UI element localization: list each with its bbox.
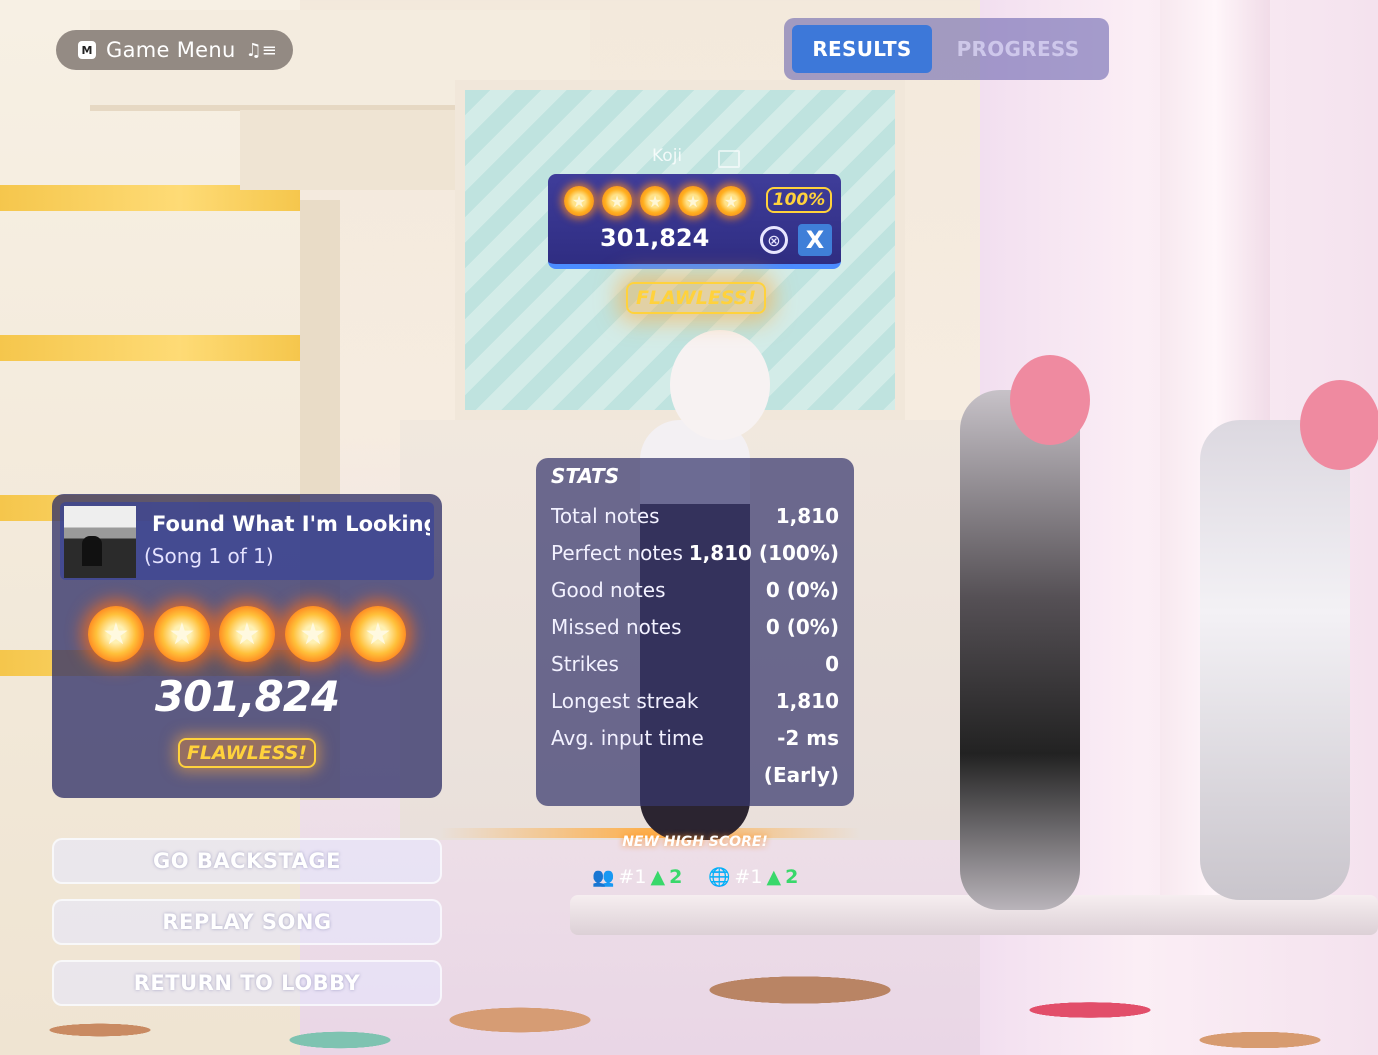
stat-row: Perfect notes 1,810 (100%) — [551, 541, 839, 571]
friends-rank-value: #1 — [618, 866, 647, 888]
star-icon: ★ — [564, 186, 594, 216]
stat-row: Avg. input time -2 ms — [551, 726, 839, 756]
global-rank-value: #1 — [734, 866, 763, 888]
stat-value: 0 — [825, 652, 839, 676]
replay-song-button[interactable]: REPLAY SONG — [52, 899, 442, 945]
stats-panel: STATS Total notes 1,810 Perfect notes 1,… — [536, 458, 854, 806]
stat-value: -2 ms — [777, 726, 839, 750]
stat-row: Good notes 0 (0%) — [551, 578, 839, 608]
dancer-character — [1200, 420, 1350, 900]
dancer-character-head — [1300, 380, 1378, 470]
tab-progress[interactable]: PROGRESS — [938, 25, 1098, 73]
friends-rank-change: 2 — [669, 866, 683, 888]
stat-value: 1,810 (100%) — [688, 541, 839, 565]
friends-rank: 👥 #1 ▲ 2 — [592, 866, 682, 888]
song-score: 301,824 — [154, 672, 340, 721]
rank-up-icon: ▲ — [766, 866, 782, 888]
game-menu-label: Game Menu — [106, 38, 236, 62]
stat-label: Good notes — [551, 578, 666, 602]
stat-label: Missed notes — [551, 615, 682, 639]
stat-label: Total notes — [551, 504, 660, 528]
stat-row: (Early) — [551, 763, 839, 793]
rank-up-icon: ▲ — [650, 866, 666, 888]
new-high-score-label: NEW HIGH SCORE! — [622, 834, 768, 850]
drum-icon: ⊗ — [760, 226, 788, 254]
stat-value: 0 (0%) — [765, 615, 839, 639]
global-rank: 🌐 #1 ▲ 2 — [708, 866, 798, 888]
key-badge: M — [78, 41, 96, 59]
stat-value-extra: (Early) — [763, 763, 839, 787]
star-icon: ★ — [602, 186, 632, 216]
stat-row: Longest streak 1,810 — [551, 689, 839, 719]
game-menu-button[interactable]: M Game Menu ♫≡ — [56, 30, 293, 70]
dancer-character — [960, 390, 1080, 910]
friends-icon: 👥 — [592, 866, 615, 888]
stat-value: 1,810 — [775, 504, 839, 528]
stat-value: 1,810 — [775, 689, 839, 713]
stats-title: STATS — [551, 464, 620, 488]
tab-results[interactable]: RESULTS — [792, 25, 932, 73]
stat-row: Total notes 1,810 — [551, 504, 839, 534]
player-score: 301,824 — [600, 224, 710, 252]
instrument-button: X — [798, 224, 832, 256]
results-tabs: RESULTS PROGRESS — [784, 18, 1109, 80]
star-icon: ★ — [285, 606, 341, 662]
song-result-panel: Found What I'm Looking For (Song 1 of 1)… — [52, 494, 442, 798]
stat-label: Longest streak — [551, 689, 699, 713]
flawless-badge: FLAWLESS! — [626, 282, 767, 314]
star-icon: ★ — [640, 186, 670, 216]
song-subtitle: (Song 1 of 1) — [144, 544, 274, 568]
globe-icon: 🌐 — [708, 866, 731, 888]
star-icon: ★ — [219, 606, 275, 662]
player-score-card: ★ ★ ★ ★ ★ 100% 301,824 ⊗ X — [548, 174, 841, 269]
song-title: Found What I'm Looking For — [152, 512, 430, 536]
star-icon: ★ — [88, 606, 144, 662]
global-rank-change: 2 — [785, 866, 799, 888]
stat-label: Perfect notes — [551, 541, 683, 565]
platform-icon — [718, 150, 740, 168]
star-icon: ★ — [350, 606, 406, 662]
stat-label: Strikes — [551, 652, 619, 676]
stat-row: Missed notes 0 (0%) — [551, 615, 839, 645]
accuracy-badge: 100% — [766, 187, 832, 213]
player-character-mask — [670, 330, 770, 440]
return-to-lobby-button[interactable]: RETURN TO LOBBY — [52, 960, 442, 1006]
dancer-character-head — [1010, 355, 1090, 445]
star-icon: ★ — [716, 186, 746, 216]
stat-row: Strikes 0 — [551, 652, 839, 682]
song-header: Found What I'm Looking For (Song 1 of 1) — [60, 502, 434, 580]
music-list-icon: ♫≡ — [245, 39, 277, 61]
album-art — [64, 506, 136, 578]
stat-label: Avg. input time — [551, 726, 704, 750]
flawless-badge: FLAWLESS! — [178, 738, 316, 768]
stat-value: 0 (0%) — [765, 578, 839, 602]
star-icon: ★ — [678, 186, 708, 216]
player-name: Koji — [652, 146, 683, 166]
star-icon: ★ — [154, 606, 210, 662]
go-backstage-button[interactable]: GO BACKSTAGE — [52, 838, 442, 884]
